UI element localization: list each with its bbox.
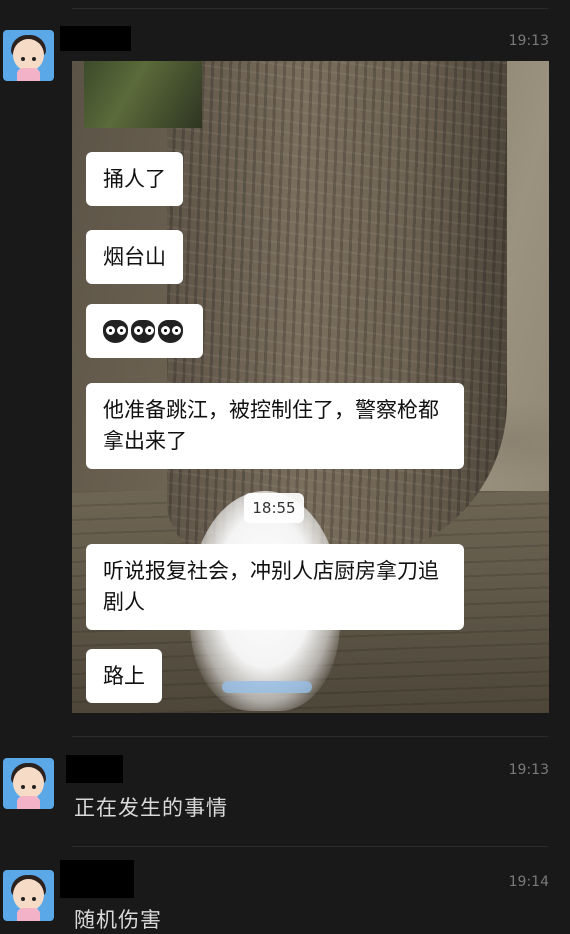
owl-emoji-icon — [103, 319, 128, 343]
chat-timestamp: 18:55 — [244, 493, 304, 523]
chat-bubble: 捅人了 — [86, 152, 183, 206]
owl-emoji-icon — [130, 319, 156, 343]
redacted-sender-name — [66, 755, 123, 783]
message-time: 19:14 — [508, 874, 549, 890]
message-divider — [72, 736, 548, 737]
dog-leash — [222, 681, 312, 693]
message-divider — [72, 8, 548, 9]
chat-bubble: 路上 — [86, 649, 162, 703]
owl-emoji-icon — [158, 319, 183, 343]
message-divider — [72, 846, 548, 847]
chat-bubble-emoji — [86, 304, 203, 358]
sender-avatar[interactable] — [3, 870, 54, 921]
message-time: 19:13 — [508, 33, 549, 49]
chat-bubble: 听说报复社会，冲别人店厨房拿刀追剧人 — [86, 544, 464, 630]
message-time: 19:13 — [508, 762, 549, 778]
sender-avatar[interactable] — [3, 30, 54, 81]
message-text: 正在发生的事情 — [74, 796, 228, 820]
message-text: 随机伤害 — [74, 908, 162, 932]
redacted-sender-name — [60, 26, 131, 51]
sender-avatar[interactable] — [3, 758, 54, 809]
redacted-sender-name — [60, 860, 134, 898]
chat-bubble: 烟台山 — [86, 230, 183, 284]
chat-bubble: 他准备跳江，被控制住了，警察枪都拿出来了 — [86, 383, 464, 469]
embedded-thumbnail — [84, 61, 202, 128]
chat-screenshot-image[interactable]: 捅人了 烟台山 他准备跳江，被控制住了，警察枪都拿出来了 18:55 听说报复社… — [72, 61, 549, 713]
tree-trunk — [167, 61, 507, 561]
